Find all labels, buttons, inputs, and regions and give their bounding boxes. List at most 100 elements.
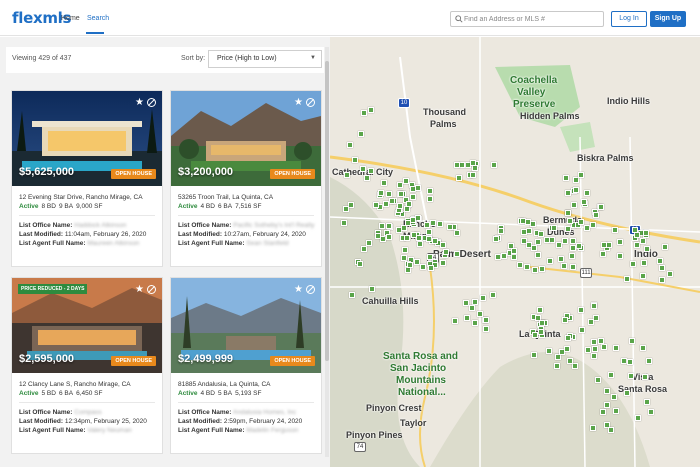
listing-address[interactable]: 81885 Andalusia, La Quinta, CA [178,381,271,388]
listing-marker[interactable] [632,227,639,234]
listing-marker[interactable] [342,205,349,212]
listing-marker[interactable] [577,218,584,225]
listing-marker[interactable] [400,254,407,261]
listing-marker[interactable] [462,299,469,306]
listing-marker[interactable] [397,182,404,189]
listing-marker[interactable] [517,262,524,269]
listing-marker[interactable] [463,315,470,322]
listing-marker[interactable] [386,222,393,229]
listing-marker[interactable] [640,345,647,352]
listing-marker[interactable] [553,363,560,370]
listing-marker[interactable] [420,263,427,270]
listing-marker[interactable] [454,250,461,257]
listing-marker[interactable] [601,242,608,249]
listing-marker[interactable] [538,328,545,335]
listing-marker[interactable] [610,393,617,400]
listing-marker[interactable] [526,228,533,235]
listing-marker[interactable] [621,358,628,365]
sort-dropdown[interactable]: Price (High to Low) ▼ [208,50,322,68]
listing-marker[interactable] [624,275,631,282]
listing-marker[interactable] [600,251,606,258]
listing-marker[interactable] [562,237,569,244]
listing-address[interactable]: 12 Evening Star Drive, Rancho Mirage, CA [19,194,143,201]
listing-marker[interactable] [425,228,432,235]
listing-marker[interactable] [550,225,557,232]
listing-marker[interactable] [477,310,484,317]
listing-marker[interactable] [531,352,538,359]
listing-marker[interactable] [600,408,607,415]
hide-listing-icon[interactable] [306,98,315,107]
listing-marker[interactable] [608,371,615,378]
listing-marker[interactable] [427,253,434,260]
listing-marker[interactable] [667,270,674,277]
listing-marker[interactable] [351,156,358,163]
listing-marker[interactable] [483,316,490,323]
listing-card[interactable]: PRICE REDUCED - 2 DAYS ★ $2,595,000 OPEN… [11,277,163,454]
listing-marker[interactable] [645,357,652,364]
listing-marker[interactable] [629,337,636,344]
listing-marker[interactable] [577,172,584,179]
listing-marker[interactable] [403,234,410,241]
listing-marker[interactable] [427,265,434,272]
listing-marker[interactable] [386,234,392,241]
listing-marker[interactable] [604,402,611,409]
favorite-star-icon[interactable]: ★ [135,97,144,108]
listing-marker[interactable] [501,253,508,260]
listing-marker[interactable] [616,253,623,260]
listing-marker[interactable] [565,209,572,216]
listing-card[interactable]: ★ $5,625,000 OPEN HOUSE 12 Evening Star … [11,90,163,267]
listing-marker[interactable] [510,253,517,260]
listing-marker[interactable] [628,372,635,379]
listing-marker[interactable] [613,408,619,415]
listing-marker[interactable] [532,266,539,273]
results-map[interactable]: Coachella Valley Preserve Thousand Palms… [330,37,700,467]
listing-marker[interactable] [630,260,637,267]
listing-marker[interactable] [659,264,666,271]
address-search-input[interactable] [464,13,602,25]
listing-marker[interactable] [489,291,496,298]
listing-marker[interactable] [380,180,387,186]
listing-marker[interactable] [416,241,423,248]
listing-marker[interactable] [577,307,584,314]
listing-marker[interactable] [424,222,431,229]
listing-marker[interactable] [591,302,598,309]
listing-marker[interactable] [410,193,417,200]
listing-marker[interactable] [349,291,356,298]
listing-marker[interactable] [593,211,600,218]
listing-marker[interactable] [641,260,648,267]
favorite-star-icon[interactable]: ★ [135,284,144,295]
listing-marker[interactable] [601,344,608,351]
listing-marker[interactable] [343,172,350,179]
listing-marker[interactable] [634,415,641,422]
listing-marker[interactable] [611,227,618,234]
listing-marker[interactable] [658,276,665,283]
listing-marker[interactable] [546,347,553,354]
listing-marker[interactable] [378,190,385,197]
listing-marker[interactable] [547,258,554,265]
listing-marker[interactable] [576,242,583,249]
listing-marker[interactable] [521,228,528,235]
listing-marker[interactable] [543,236,550,243]
listing-marker[interactable] [590,425,597,432]
listing-marker[interactable] [581,198,588,205]
hide-listing-icon[interactable] [147,285,156,294]
listing-marker[interactable] [414,184,421,191]
listing-marker[interactable] [524,264,531,271]
listing-marker[interactable] [598,203,605,210]
listing-marker[interactable] [413,258,420,265]
listing-marker[interactable] [493,236,500,243]
listing-marker[interactable] [539,266,546,273]
listing-marker[interactable] [584,190,591,197]
listing-marker[interactable] [624,390,631,397]
listing-marker[interactable] [398,191,405,198]
listing-marker[interactable] [587,319,594,326]
listing-marker[interactable] [472,319,479,326]
favorite-star-icon[interactable]: ★ [294,97,303,108]
listing-marker[interactable] [368,107,375,114]
signup-button[interactable]: Sign Up [650,11,686,27]
listing-marker[interactable] [427,188,434,195]
listing-marker[interactable] [361,245,368,252]
listing-marker[interactable] [340,219,347,226]
listing-marker[interactable] [361,109,368,116]
hide-listing-icon[interactable] [147,98,156,107]
